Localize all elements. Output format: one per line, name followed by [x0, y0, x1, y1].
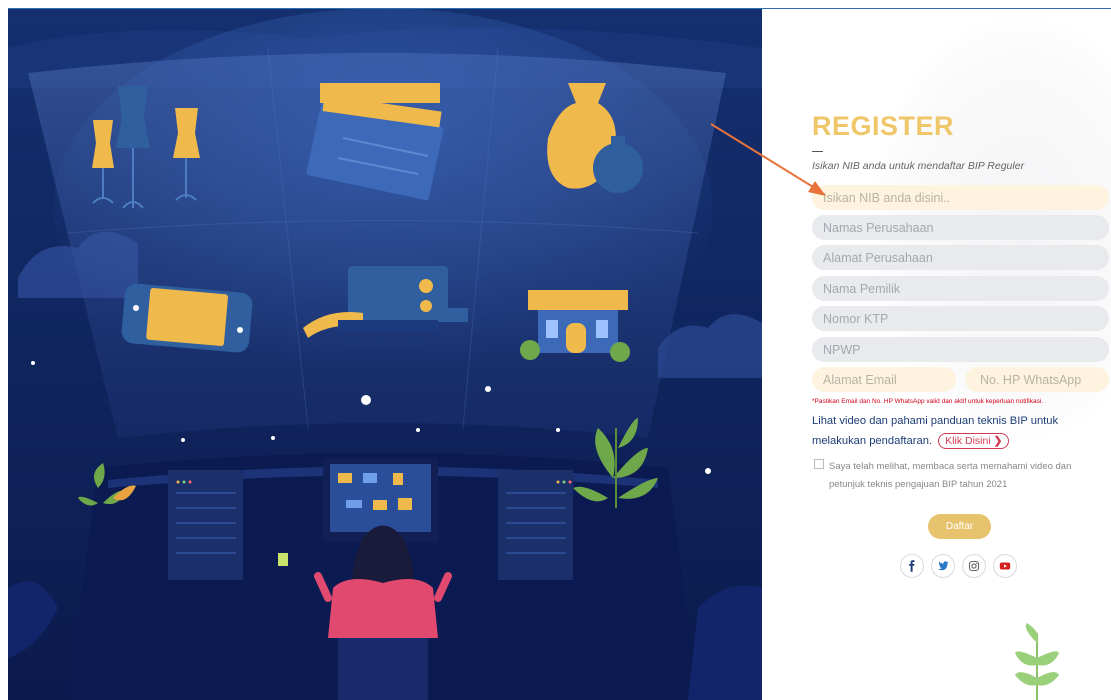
instagram-icon	[968, 560, 980, 572]
agreement-text: Saya telah melihat, membaca serta memaha…	[829, 461, 1072, 490]
frame-top-border	[8, 8, 1111, 9]
company-address-input[interactable]	[812, 245, 1109, 270]
twitter-icon	[938, 561, 949, 571]
register-title: REGISTER	[812, 111, 955, 141]
register-panel: REGISTER Isikan NIB anda untuk mendaftar…	[762, 8, 1111, 700]
twitter-button[interactable]	[931, 554, 955, 578]
klik-disini-label: Klik Disini	[945, 435, 991, 447]
illustration-scene	[8, 8, 762, 700]
agreement-checkbox[interactable]	[814, 459, 824, 469]
plant-decoration	[1015, 623, 1059, 700]
instagram-button[interactable]	[962, 554, 986, 578]
daftar-button[interactable]: Daftar	[928, 514, 991, 539]
register-subtitle: Isikan NIB anda untuk mendaftar BIP Regu…	[812, 160, 1025, 172]
nib-input[interactable]	[812, 185, 1109, 210]
facebook-button[interactable]	[900, 554, 924, 578]
email-input[interactable]	[812, 367, 956, 392]
hero-illustration	[8, 8, 762, 700]
whatsapp-input[interactable]	[965, 367, 1109, 392]
company-name-input[interactable]	[812, 215, 1109, 240]
npwp-input[interactable]	[812, 337, 1109, 362]
title-divider	[812, 151, 823, 152]
owner-name-input[interactable]	[812, 276, 1109, 301]
ktp-input[interactable]	[812, 306, 1109, 331]
validation-note: *Pastikan Email dan No. HP WhatsApp vali…	[812, 398, 1044, 405]
youtube-icon	[999, 562, 1011, 570]
facebook-icon	[909, 560, 915, 572]
chevron-right-icon: ❯	[993, 435, 1003, 447]
youtube-button[interactable]	[993, 554, 1017, 578]
guide-help-label: Lihat video dan pahami panduan teknis BI…	[812, 415, 1059, 447]
klik-disini-button[interactable]: Klik Disini ❯	[938, 433, 1010, 449]
guide-help-text: Lihat video dan pahami panduan teknis BI…	[812, 411, 1111, 451]
